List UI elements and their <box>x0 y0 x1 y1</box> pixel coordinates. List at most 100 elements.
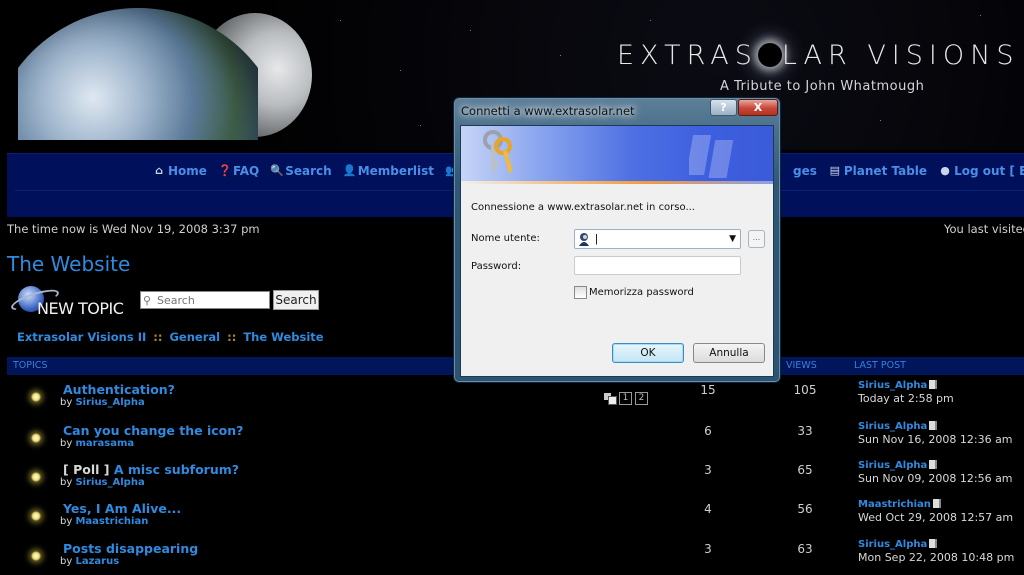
topic-status-icon <box>27 388 45 406</box>
nav-planet-table-link[interactable]: ▤ Planet Table <box>829 164 927 178</box>
ok-button[interactable]: OK <box>612 343 684 363</box>
table-icon: ▤ <box>829 164 841 177</box>
search-icon: 🔍 <box>270 164 284 177</box>
page-link[interactable]: 1 <box>619 392 632 405</box>
planets-banner-image <box>0 0 320 140</box>
topic-status-icon <box>27 468 45 486</box>
close-button[interactable]: X <box>738 99 778 116</box>
topic-row: [ Poll ] A misc subforum? by Sirius_Alph… <box>0 460 1024 501</box>
new-topic-button[interactable]: NEW TOPIC <box>9 284 130 318</box>
last-post-user-link[interactable]: Sirius_Alpha <box>858 421 927 432</box>
nav-faq-link[interactable]: ❓ FAQ <box>218 164 259 178</box>
replies-count: 6 <box>704 424 712 438</box>
topic-author-link[interactable]: Sirius_Alpha <box>75 477 144 488</box>
keys-watermark-icon <box>689 135 734 178</box>
last-post-date: Sun Nov 16, 2008 12:36 am <box>858 433 1013 446</box>
faq-icon: ❓ <box>217 164 232 177</box>
dialog-banner <box>461 126 773 184</box>
views-count: 63 <box>797 542 813 556</box>
topic-author-link[interactable]: marasama <box>75 438 134 449</box>
nav-home-link[interactable]: ⌂ Home <box>153 164 207 178</box>
last-post-user-link[interactable]: Maastrichian <box>858 499 931 510</box>
topic-status-icon <box>27 547 45 565</box>
dialog-title: Connetti a www.extrasolar.net <box>461 104 635 118</box>
topic-status-icon <box>27 429 45 447</box>
topic-title-link[interactable]: Yes, I Am Alive... <box>63 501 181 516</box>
last-post-user-link[interactable]: Sirius_Alpha <box>858 460 927 471</box>
forum-title[interactable]: The Website <box>7 252 130 276</box>
topic-title-link[interactable]: A misc subforum? <box>114 462 239 477</box>
memberlist-icon: 👤 <box>342 164 357 177</box>
username-input[interactable] <box>595 232 720 246</box>
current-time: The time now is Wed Nov 19, 2008 3:37 pm <box>7 222 260 236</box>
breadcrumb: Extrasolar Visions II :: General :: The … <box>17 330 324 344</box>
forum-search-input[interactable] <box>157 293 265 307</box>
breadcrumb-item[interactable]: Extrasolar Visions II <box>17 330 146 344</box>
views-count: 65 <box>797 463 813 477</box>
topic-author-link[interactable]: Sirius_Alpha <box>75 397 144 408</box>
last-post-user-link[interactable]: Sirius_Alpha <box>858 539 927 550</box>
remember-password-checkbox[interactable]: Memorizza password <box>574 286 694 299</box>
site-subtitle: A Tribute to John Whatmough <box>720 79 925 94</box>
login-dialog: Connetti a www.extrasolar.net ? X Connes… <box>453 97 781 383</box>
topic-row: Posts disappearing by Lazarus 3 63 Siriu… <box>0 539 1024 575</box>
replies-count: 15 <box>700 383 716 397</box>
breadcrumb-item[interactable]: General <box>169 330 220 344</box>
header-last-post: LAST POST <box>854 360 906 371</box>
views-count: 56 <box>797 502 813 516</box>
nav-logout-link[interactable]: ● Log out [ Eda <box>939 164 1024 178</box>
password-input[interactable] <box>574 256 741 275</box>
page-link[interactable]: 2 <box>635 392 648 405</box>
topic-title-link[interactable]: Posts disappearing <box>63 541 198 556</box>
home-icon: ⌂ <box>155 164 163 177</box>
nav-messages-link[interactable]: ges <box>793 164 817 178</box>
topic-title-link[interactable]: Authentication? <box>63 382 175 397</box>
help-button[interactable]: ? <box>710 99 737 116</box>
checkbox-icon[interactable] <box>574 286 587 299</box>
last-visit: You last visited <box>944 222 1024 236</box>
view-latest-post-icon[interactable] <box>932 499 941 508</box>
topic-author-link[interactable]: Maastrichian <box>75 516 148 527</box>
username-label: Nome utente: <box>471 233 540 244</box>
nav-memberlist-link[interactable]: 👤 Memberlist <box>343 164 434 178</box>
view-latest-post-icon[interactable] <box>929 380 938 389</box>
header-views: VIEWS <box>786 360 817 371</box>
topic-author-link[interactable]: Lazarus <box>75 556 119 567</box>
topic-row: Yes, I Am Alive... by Maastrichian 4 56 … <box>0 499 1024 540</box>
logout-icon: ● <box>940 164 950 177</box>
view-latest-post-icon[interactable] <box>929 421 938 430</box>
forum-search-box: ⚲ <box>140 291 270 309</box>
header-topics: TOPICS <box>13 360 48 371</box>
replies-count: 3 <box>704 463 712 477</box>
last-post-date: Mon Sep 22, 2008 10:48 pm <box>858 551 1015 564</box>
view-latest-post-icon[interactable] <box>929 539 938 548</box>
views-count: 105 <box>793 383 817 397</box>
last-post-user-link[interactable]: Sirius_Alpha <box>858 380 927 391</box>
site-title[interactable]: EXTRASLAR VISIONS II <box>617 40 1024 71</box>
nav-links-left: ⌂ Home ❓ FAQ 🔍 Search 👤 Memberlist 👥 <box>153 164 459 178</box>
browse-credentials-button[interactable]: ... <box>748 230 765 248</box>
topic-row: Can you change the icon? by marasama 6 3… <box>0 421 1024 462</box>
replies-count: 3 <box>704 542 712 556</box>
nav-search-link[interactable]: 🔍 Search <box>270 164 331 178</box>
topic-row: Authentication? by Sirius_Alpha 1 2 15 1… <box>0 380 1024 421</box>
username-combobox[interactable]: ▼ <box>574 229 741 249</box>
eclipse-logo-icon <box>757 43 782 67</box>
earth-image <box>18 8 258 140</box>
cancel-button[interactable]: Annulla <box>693 343 765 363</box>
last-post-date: Sun Nov 09, 2008 12:56 am <box>858 472 1013 485</box>
last-post-date: Wed Oct 29, 2008 12:57 am <box>858 511 1014 524</box>
breadcrumb-item[interactable]: The Website <box>243 330 323 344</box>
user-icon <box>579 233 589 246</box>
dialog-message: Connessione a www.extrasolar.net in cors… <box>471 202 695 213</box>
poll-tag: [ Poll ] <box>63 462 110 477</box>
replies-count: 4 <box>704 502 712 516</box>
nav-links-right: ges ▤ Planet Table ● Log out [ Eda <box>793 164 1024 178</box>
password-label: Password: <box>471 261 522 272</box>
view-latest-post-icon[interactable] <box>929 460 938 469</box>
forum-search-button[interactable]: Search <box>273 290 319 310</box>
topic-title-link[interactable]: Can you change the icon? <box>63 423 243 438</box>
topic-status-icon <box>27 507 45 525</box>
dropdown-arrow-icon[interactable]: ▼ <box>729 234 736 244</box>
keys-icon <box>483 130 513 173</box>
